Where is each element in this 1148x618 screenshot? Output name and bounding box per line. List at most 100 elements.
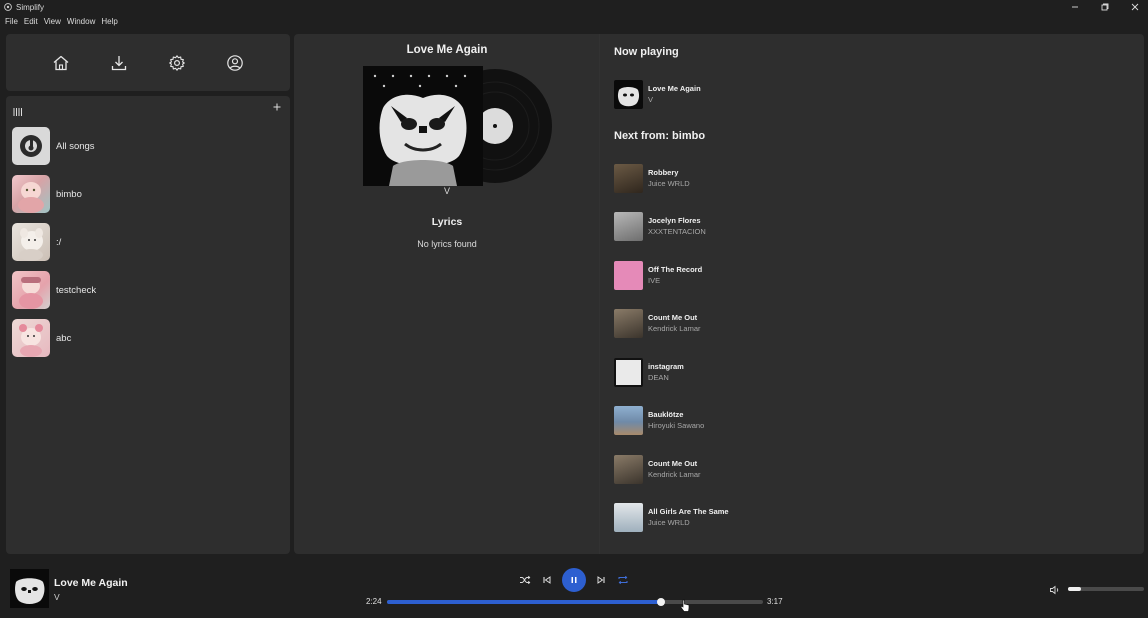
track-thumb (614, 79, 643, 109)
restore-icon[interactable] (1100, 2, 1110, 12)
queue-track[interactable]: All Girls Are The Same Juice WRLD (614, 502, 729, 532)
home-icon[interactable] (51, 53, 71, 73)
track-artist: DEAN (648, 373, 669, 382)
playlist-thumb (12, 319, 50, 357)
song-artist: V (443, 186, 450, 196)
progress-handle[interactable] (656, 598, 665, 606)
window-controls (1070, 0, 1140, 14)
playlist-label: :/ (56, 236, 62, 248)
player-bar: Love Me Again V 2:24 3:17 (0, 560, 1148, 618)
minimize-icon[interactable] (1070, 2, 1080, 12)
volume-slider[interactable] (1068, 587, 1144, 591)
now-playing-track[interactable]: Love Me Again V (614, 79, 701, 109)
track-artist: V (648, 95, 654, 104)
track-thumb (614, 357, 643, 387)
track-thumb (614, 211, 643, 241)
library-panel: All songs bimbo :/ testcheck abc (6, 96, 290, 554)
playlist-thumb (12, 271, 50, 309)
song-title: Love Me Again (406, 44, 488, 56)
track-title: Count Me Out (648, 459, 698, 468)
settings-icon[interactable] (167, 53, 187, 73)
playlist-thumb (12, 175, 50, 213)
playlist-item-all-songs[interactable]: All songs (12, 126, 282, 166)
progress-bar[interactable] (387, 598, 763, 606)
volume-fill (1068, 587, 1081, 591)
track-title: Love Me Again (648, 84, 701, 93)
track-title: Bauklötze (648, 410, 684, 419)
lyrics-text: No lyrics found (417, 239, 477, 249)
repeat-icon[interactable] (616, 573, 630, 587)
next-icon[interactable] (594, 573, 608, 587)
track-thumb (614, 260, 643, 290)
player-title: Love Me Again (54, 577, 128, 589)
playlist-label: bimbo (56, 188, 82, 200)
close-icon[interactable] (1130, 2, 1140, 12)
track-thumb (614, 405, 643, 435)
playlist-item-bimbo[interactable]: bimbo (12, 174, 282, 214)
progress-fill (387, 600, 661, 604)
main-panel: Love Me Again V Lyrics No lyrics found N… (294, 34, 1144, 554)
track-title: Count Me Out (648, 313, 698, 322)
player-cover (10, 569, 49, 608)
playlist-label: abc (56, 332, 72, 344)
previous-icon[interactable] (540, 573, 554, 587)
menu-edit[interactable]: Edit (24, 17, 38, 26)
track-artist: Kendrick Lamar (648, 470, 701, 479)
track-thumb (614, 502, 643, 532)
playback-controls (518, 568, 630, 592)
playlist-item-abc[interactable]: abc (12, 318, 282, 358)
track-artist: Kendrick Lamar (648, 324, 701, 333)
next-from-heading: Next from: bimbo (614, 130, 706, 142)
track-artist: Juice WRLD (648, 179, 690, 188)
track-thumb (614, 454, 643, 484)
pause-button[interactable] (562, 568, 586, 592)
app-logo-icon (4, 3, 12, 11)
mouse-cursor-icon (680, 599, 690, 613)
playlist-item-frown[interactable]: :/ (12, 222, 282, 262)
menu-file[interactable]: File (5, 17, 18, 26)
queue-track[interactable]: Jocelyn Flores XXXTENTACION (614, 211, 706, 241)
menu-bar: File Edit View Window Help (0, 14, 118, 28)
track-thumb (614, 308, 643, 338)
shuffle-icon[interactable] (518, 573, 532, 587)
player-artist: V (54, 592, 60, 602)
menu-help[interactable]: Help (101, 17, 117, 26)
add-playlist-icon[interactable] (272, 102, 282, 112)
download-icon[interactable] (109, 53, 129, 73)
queue-track[interactable]: Robbery Juice WRLD (614, 163, 690, 193)
track-artist: IVE (648, 276, 661, 285)
nav-panel (6, 34, 290, 91)
queue-track[interactable]: Bauklötze Hiroyuki Sawano (614, 405, 704, 435)
time-total: 3:17 (767, 597, 783, 606)
track-artist: Hiroyuki Sawano (648, 421, 705, 430)
playlist-label: All songs (56, 140, 95, 152)
playlist-thumb (12, 223, 50, 261)
track-title: instagram (648, 362, 684, 371)
menu-view[interactable]: View (44, 17, 61, 26)
time-current: 2:24 (366, 597, 382, 606)
track-title: All Girls Are The Same (648, 507, 729, 516)
library-header (6, 96, 290, 122)
queue-track[interactable]: Off The Record IVE (614, 260, 702, 290)
track-title: Robbery (648, 168, 679, 177)
queue-track[interactable]: Count Me Out Kendrick Lamar (614, 308, 701, 338)
volume-icon[interactable] (1049, 583, 1061, 595)
all-songs-thumb (12, 127, 50, 165)
menu-window[interactable]: Window (67, 17, 95, 26)
panel-divider (599, 34, 600, 554)
track-artist: Juice WRLD (648, 518, 690, 527)
pause-icon (571, 577, 577, 583)
track-thumb (614, 163, 643, 193)
title-bar: Simplify (0, 0, 1148, 14)
track-artist: XXXTENTACION (648, 227, 706, 236)
window-title: Simplify (16, 2, 45, 12)
queue-track[interactable]: Count Me Out Kendrick Lamar (614, 454, 701, 484)
track-title: Off The Record (648, 265, 703, 274)
queue-track[interactable]: instagram DEAN (614, 357, 684, 387)
track-title: Jocelyn Flores (648, 216, 701, 225)
playlist-item-testcheck[interactable]: testcheck (12, 270, 282, 310)
library-icon[interactable] (13, 104, 23, 116)
lyrics-heading: Lyrics (431, 216, 463, 228)
now-playing-heading: Now playing (614, 46, 679, 58)
account-icon[interactable] (225, 53, 245, 73)
